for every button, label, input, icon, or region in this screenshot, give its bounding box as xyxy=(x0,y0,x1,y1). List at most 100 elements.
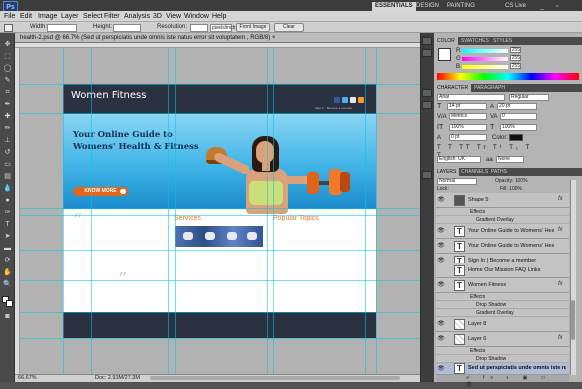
layers-scrollbar[interactable] xyxy=(570,180,576,375)
tab-paths[interactable]: PATHS xyxy=(488,168,510,176)
red-value[interactable]: 255 xyxy=(510,47,521,53)
layer-effect-row[interactable]: Drop Shadow xyxy=(436,355,569,363)
layer-row[interactable]: Shape 5 xyxy=(436,193,569,208)
menu-edit[interactable]: Edit xyxy=(20,11,32,22)
height-field[interactable] xyxy=(113,24,141,32)
path-select-tool-icon[interactable]: ➤ xyxy=(3,232,12,241)
fx-icon[interactable]: fx xyxy=(558,196,563,203)
adjustments-panel-icon[interactable] xyxy=(422,171,432,179)
tab-layers[interactable]: LAYERS xyxy=(434,168,460,176)
layer-effect-row[interactable]: Effects xyxy=(436,208,569,216)
actions-panel-icon[interactable] xyxy=(422,49,432,57)
fill-field[interactable]: Fill: 100% xyxy=(500,186,522,192)
eye-icon[interactable]: 👁 xyxy=(437,335,445,343)
brush-tool-icon[interactable]: ✏ xyxy=(3,124,12,133)
layer-row[interactable]: Layer 6 xyxy=(436,332,569,347)
kerning-field[interactable]: Metrics xyxy=(449,113,487,120)
font-size-field[interactable]: 14 pt xyxy=(447,103,487,110)
document-canvas[interactable]: Women Fitness Sign in · Become a member … xyxy=(63,84,376,338)
menu-layer[interactable]: Layer xyxy=(61,11,79,22)
menu-analysis[interactable]: Analysis xyxy=(124,11,150,22)
eye-icon[interactable]: 👁 xyxy=(437,320,445,328)
history-brush-tool-icon[interactable]: ↺ xyxy=(3,148,12,157)
workspace-painting-button[interactable]: PAINTING xyxy=(444,2,478,11)
blur-tool-icon[interactable]: 💧 xyxy=(3,184,12,193)
width-field[interactable] xyxy=(47,24,77,32)
menu-view[interactable]: View xyxy=(166,11,181,22)
crop-tool-icon[interactable] xyxy=(4,24,13,32)
zoom-level[interactable]: 66.67% xyxy=(18,374,37,382)
resolution-unit-select[interactable]: pixels/inch xyxy=(210,24,235,32)
layer-effect-row[interactable]: Effects xyxy=(436,293,569,301)
eraser-tool-icon[interactable]: ▭ xyxy=(3,160,12,169)
language-select[interactable]: English: UK xyxy=(437,156,481,163)
clone-source-panel-icon[interactable] xyxy=(422,101,432,109)
leading-field[interactable]: 20 pt xyxy=(497,103,537,110)
layer-row[interactable]: T Your Online Guide to Womens' Health & … xyxy=(436,239,569,254)
eye-icon[interactable]: 👁 xyxy=(437,196,445,204)
menu-file[interactable]: File xyxy=(4,11,15,22)
menu-image[interactable]: Image xyxy=(38,11,57,22)
tracking-field[interactable]: 0 xyxy=(500,113,537,120)
healing-tool-icon[interactable]: ✚ xyxy=(3,112,12,121)
quick-select-tool-icon[interactable]: ✎ xyxy=(3,76,12,85)
layer-effect-row[interactable]: Gradient Overlay xyxy=(436,309,569,317)
quick-mask-icon[interactable]: ◙ xyxy=(3,312,12,321)
gradient-tool-icon[interactable]: ▤ xyxy=(3,172,12,181)
tab-color[interactable]: COLOR xyxy=(434,37,458,45)
layers-panel-footer[interactable]: ∞ fx ◐ ▣ ▭ 🗑 xyxy=(436,375,569,388)
dodge-tool-icon[interactable]: ● xyxy=(3,196,12,205)
menu-3d[interactable]: 3D xyxy=(153,11,162,22)
pen-tool-icon[interactable]: ✑ xyxy=(3,208,12,217)
foreground-color-swatch[interactable] xyxy=(438,48,451,61)
eye-icon[interactable]: 👁 xyxy=(437,365,445,373)
menu-filter[interactable]: Filter xyxy=(104,11,120,22)
clone-stamp-tool-icon[interactable]: ⊥ xyxy=(3,136,12,145)
tab-paragraph[interactable]: PARAGRAPH xyxy=(471,84,508,92)
front-image-button[interactable]: Front Image xyxy=(236,23,270,32)
layers-scrollbar-thumb[interactable] xyxy=(571,300,575,340)
3d-rotate-tool-icon[interactable]: ⟳ xyxy=(3,256,12,265)
history-panel-icon[interactable] xyxy=(422,37,432,45)
green-slider[interactable] xyxy=(462,57,508,61)
layer-row[interactable]: T Home Our Mission FAQ Links xyxy=(436,263,569,278)
eye-icon[interactable]: 👁 xyxy=(437,227,445,235)
brush-panel-icon[interactable] xyxy=(422,89,432,97)
blue-value[interactable]: 255 xyxy=(510,63,521,69)
horizontal-ruler[interactable] xyxy=(15,43,420,48)
layer-effect-row[interactable]: Effects xyxy=(436,347,569,355)
layer-row[interactable]: T Women Fitness xyxy=(436,278,569,293)
font-style-select[interactable]: Regular xyxy=(509,94,549,101)
type-tool-icon[interactable]: T xyxy=(3,220,12,229)
type-style-buttons[interactable]: T T TT Tr T¹ T₁ T T xyxy=(437,144,537,159)
workspace-essentials-button[interactable]: ESSENTIALS xyxy=(372,2,416,11)
cs-live-button[interactable]: CS Live xyxy=(505,2,526,11)
green-value[interactable]: 255 xyxy=(510,55,521,61)
tab-swatches[interactable]: SWATCHES xyxy=(458,37,492,45)
layer-row[interactable]: Layer 8 xyxy=(436,317,569,332)
menu-select[interactable]: Select xyxy=(83,11,102,22)
anti-alias-select[interactable]: None xyxy=(496,156,524,163)
layer-row-selected[interactable]: T Sed ut perspiciatis unde omnis iste na… xyxy=(436,363,569,375)
horizontal-scale-field[interactable]: 100% xyxy=(500,124,537,131)
zoom-tool-icon[interactable]: 🔍 xyxy=(3,280,12,289)
font-family-select[interactable]: Arial xyxy=(437,94,505,101)
blend-mode-select[interactable]: Normal xyxy=(437,178,477,185)
menu-window[interactable]: Window xyxy=(184,11,209,22)
vertical-ruler[interactable] xyxy=(15,48,20,374)
tab-character[interactable]: CHARACTER xyxy=(434,84,472,92)
hand-tool-icon[interactable]: ✋ xyxy=(3,268,12,277)
clear-button[interactable]: Clear xyxy=(274,23,304,32)
layer-row[interactable]: T Your Online Guide to Womens' Health & … xyxy=(436,224,569,239)
crop-tool-icon[interactable]: ⌗ xyxy=(3,88,12,97)
baseline-shift-field[interactable]: 0 pt xyxy=(449,134,487,141)
eye-icon[interactable]: 👁 xyxy=(437,281,445,289)
resolution-field[interactable] xyxy=(190,24,208,32)
layer-effect-row[interactable]: Gradient Overlay xyxy=(436,216,569,224)
fx-icon[interactable]: fx xyxy=(558,227,563,234)
opacity-field[interactable]: Opacity: 100% xyxy=(495,178,528,184)
fx-icon[interactable]: fx xyxy=(558,335,563,342)
layer-effect-row[interactable]: Drop Shadow xyxy=(436,301,569,309)
vertical-scale-field[interactable]: 100% xyxy=(449,124,487,131)
horizontal-scrollbar[interactable] xyxy=(150,376,400,380)
